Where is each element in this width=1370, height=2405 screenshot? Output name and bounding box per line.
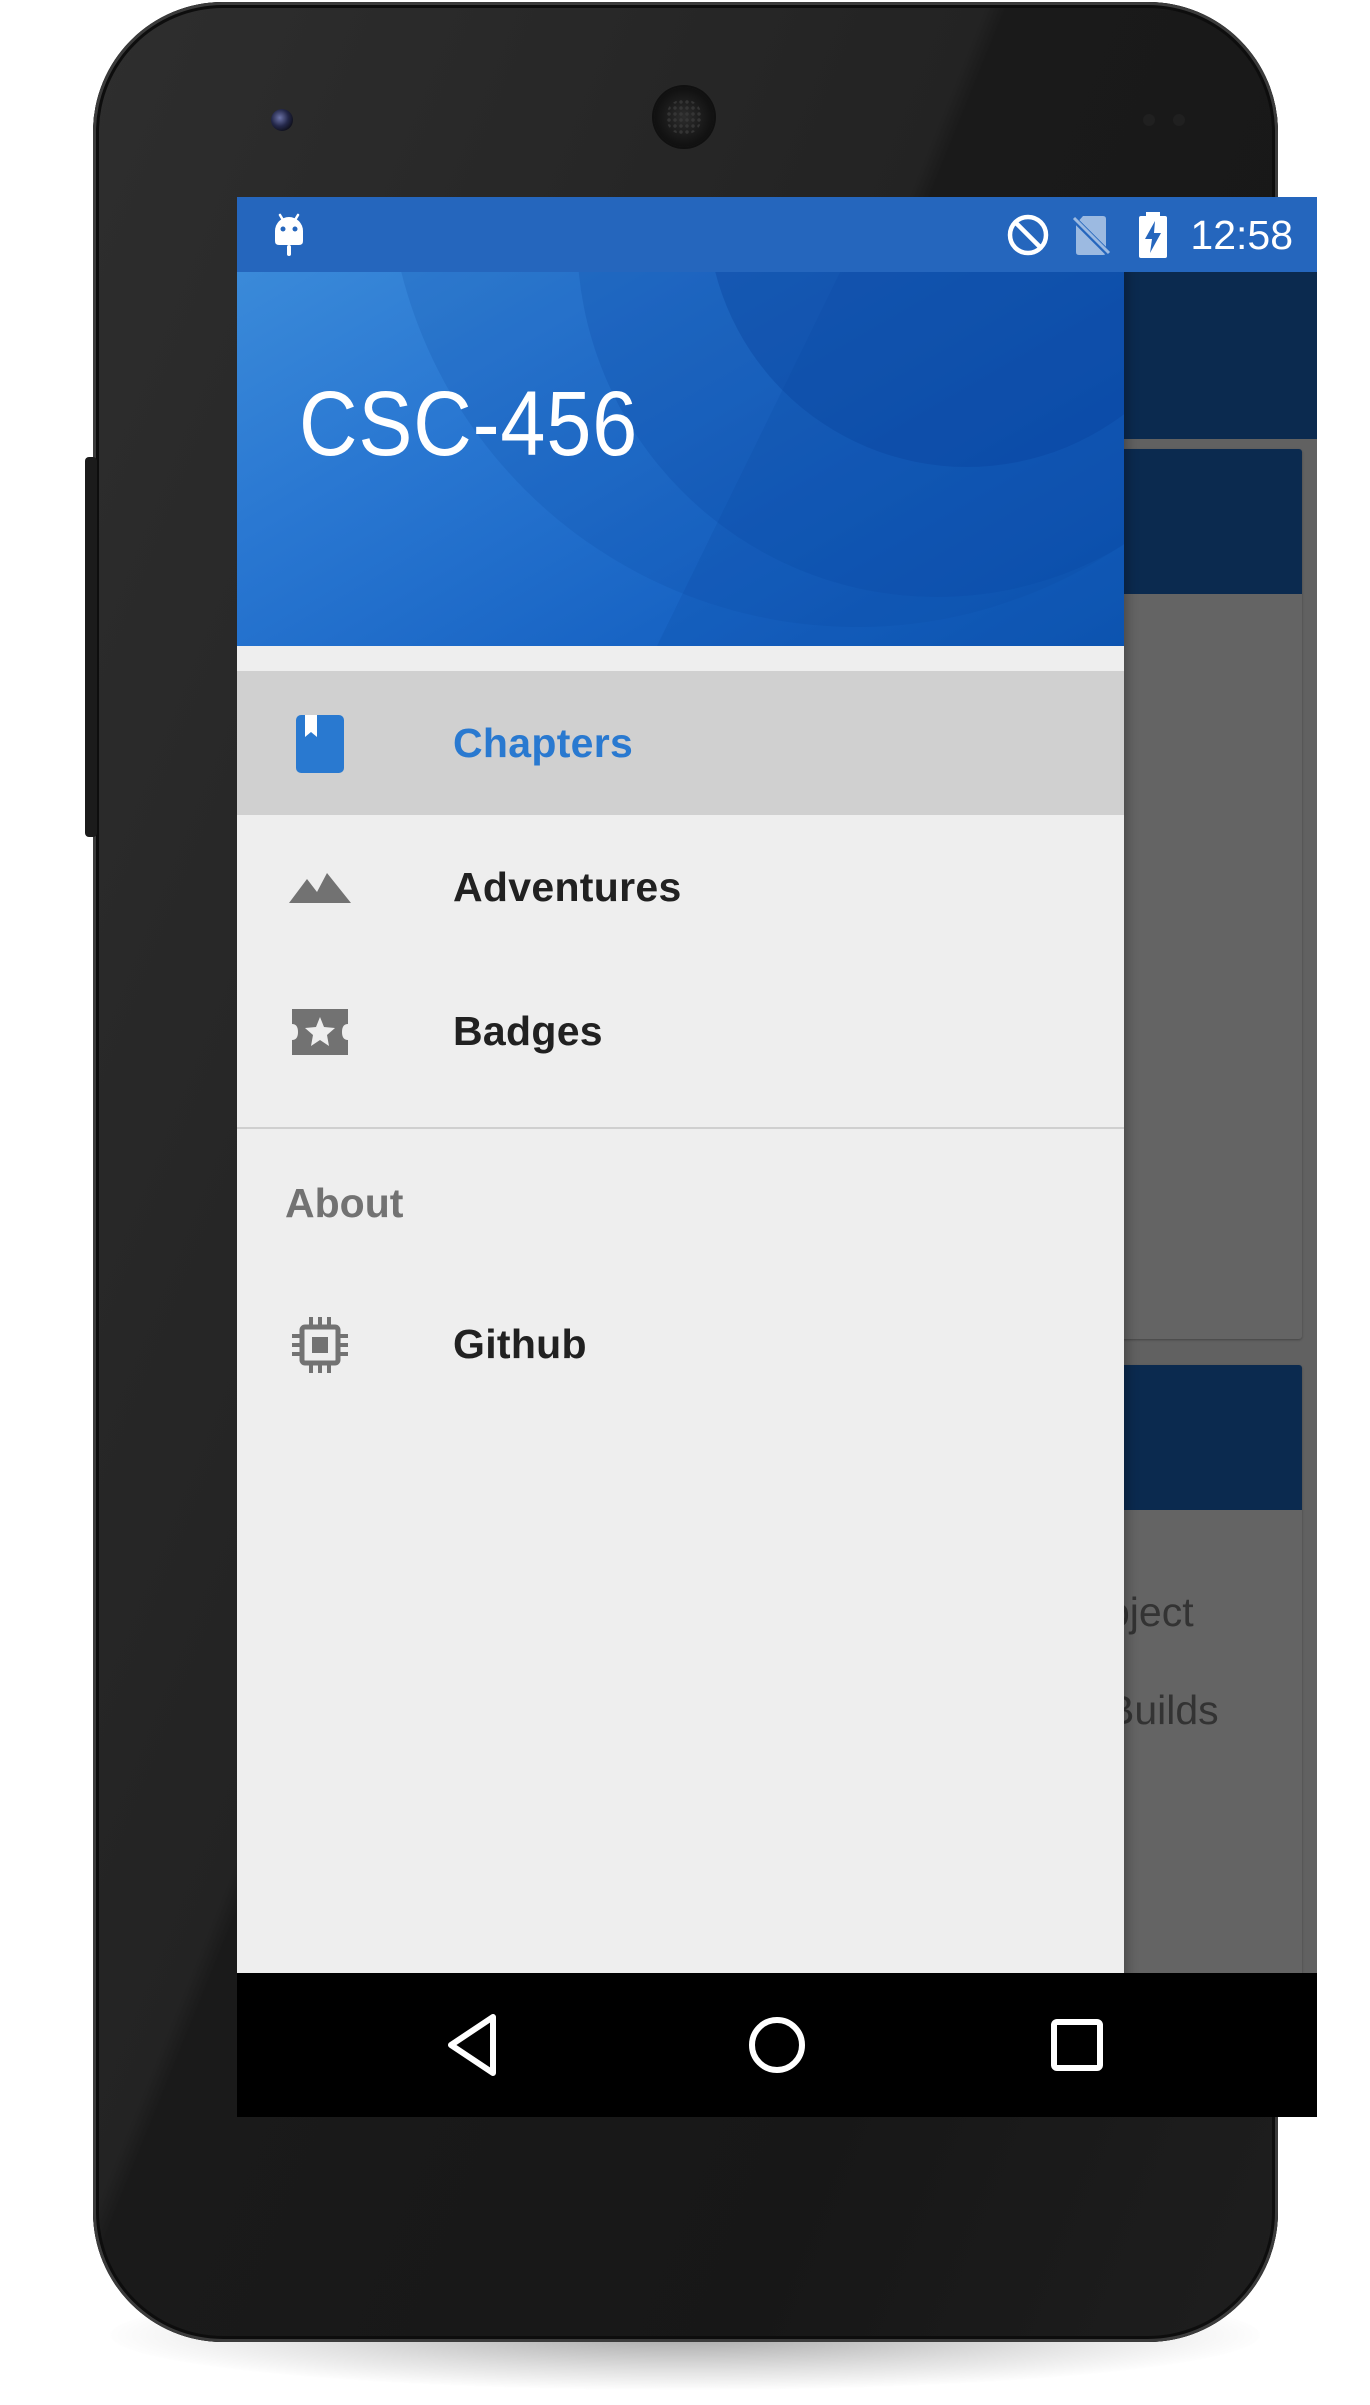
navigation-drawer: CSC-456 Chapters Adventures Badges About…	[237, 197, 1124, 2117]
recents-icon[interactable]	[1035, 2003, 1119, 2087]
front-camera	[271, 109, 293, 131]
nav-item-label: Adventures	[453, 864, 682, 910]
drawer-divider	[237, 1127, 1124, 1129]
nav-item-badges[interactable]: Badges	[237, 959, 1124, 1103]
phone-frame: oject Builds 12:58 CSC-456 Chapters Adve…	[85, 2, 1317, 2342]
bookmark-book-icon	[296, 715, 344, 773]
earpiece-speaker	[654, 87, 714, 147]
battery-charging-icon	[1139, 212, 1167, 258]
nav-item-label: Badges	[453, 1008, 603, 1054]
card-header	[1097, 449, 1302, 594]
screen: oject Builds 12:58 CSC-456 Chapters Adve…	[237, 197, 1317, 2117]
no-sim-icon	[1070, 215, 1112, 257]
android-debug-icon	[275, 213, 303, 256]
ticket-star-icon	[292, 1009, 348, 1055]
system-navigation-bar	[237, 1973, 1317, 2117]
status-bar: 12:58	[237, 197, 1317, 272]
volume-button	[85, 457, 97, 837]
nav-item-chapters[interactable]: Chapters	[237, 671, 1124, 815]
light-sensor	[1173, 114, 1185, 126]
do-not-disturb-icon	[1007, 214, 1049, 256]
nav-item-label: Github	[453, 1321, 587, 1367]
card-header	[1097, 1365, 1302, 1510]
page: oject Builds 12:58 CSC-456 Chapters Adve…	[0, 0, 1370, 2405]
content-card[interactable]	[1097, 449, 1302, 1339]
nav-item-adventures[interactable]: Adventures	[237, 815, 1124, 959]
nav-item-label: Chapters	[453, 720, 634, 766]
section-header-about: About	[285, 1180, 404, 1226]
proximity-sensor	[1143, 114, 1155, 126]
chip-icon	[292, 1317, 348, 1373]
back-icon[interactable]	[433, 2003, 517, 2087]
status-clock: 12:58	[1190, 212, 1293, 258]
nav-item-github[interactable]: Github	[237, 1272, 1124, 1416]
drawer-title: CSC-456	[299, 373, 639, 475]
home-icon[interactable]	[735, 2003, 819, 2087]
landscape-icon	[289, 873, 351, 903]
